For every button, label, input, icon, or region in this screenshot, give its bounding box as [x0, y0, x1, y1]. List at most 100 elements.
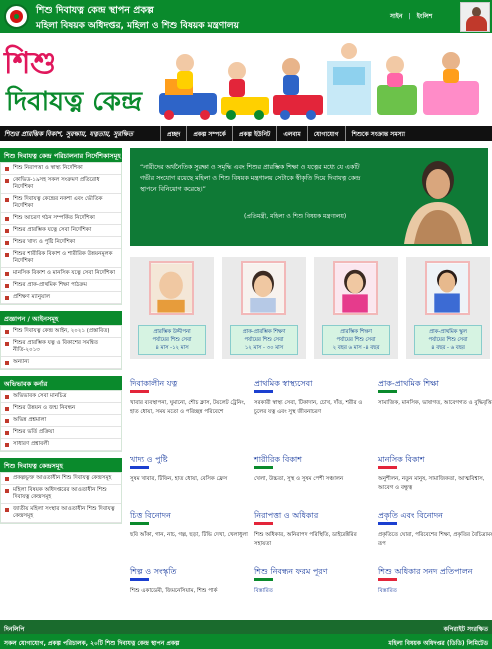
details-link[interactable]: বিস্তারিত	[254, 587, 372, 596]
service-safety[interactable]: নিরাপত্তা ও অধিকার শিশু অধিকার, অনিরাপদ …	[254, 510, 372, 547]
sidebar-section-guidelines-title: শিশু দিবাযত্ন কেন্দ্র পরিচালনার নির্দেশি…	[0, 148, 122, 162]
accent-bar	[130, 466, 149, 469]
link-separator: |	[408, 13, 411, 20]
nav-tagline: শিশুর প্রারম্ভিক বিকাশ, সুরক্ষায়, যত্নত…	[4, 130, 134, 138]
sidebar-item[interactable]: শিশু নিরাপত্তা ও স্বাস্থ্য নির্দেশিকা	[1, 163, 121, 175]
service-nutrition[interactable]: খাদ্য ও পুষ্টি সুষম খাবার, টিফিন, হাত ধো…	[130, 454, 248, 482]
child-photo	[149, 261, 194, 315]
footer-contact: সকল যোগাযোগ, প্রকল্প পরিচালক, ২০টি শিশু …	[4, 640, 180, 647]
sidebar-item[interactable]: শিশুর প্রারম্ভিক যত্ন ও বিকাশের সমন্বিত …	[1, 338, 121, 357]
nav-item-album[interactable]: এলবাম	[276, 126, 306, 141]
details-link[interactable]: বিস্তারিত	[378, 587, 492, 596]
sidebar-item[interactable]: অন্যান্য	[1, 357, 121, 369]
quote-text: “নারীদের অর্থনৈতিক সুরক্ষা ও সমৃদ্ধি এবং…	[140, 164, 361, 193]
service-registration[interactable]: শিশু নিবন্ধন ফরম পূরণ বিস্তারিত	[254, 566, 372, 594]
nav-item-problems[interactable]: শিশুকে সংক্রান্ত সমস্যা	[344, 126, 411, 141]
service-day-care[interactable]: দিবাকালীন যত্ন খাবার ব্যবস্থাপনা, ঘুমানো…	[130, 378, 248, 415]
english-link[interactable]: ইংলিশ	[417, 13, 432, 20]
ministry-title: মহিলা বিষয়ক অধিদপ্তর, মহিলা ও শিশু বিষয…	[36, 21, 239, 31]
age-card-caption: প্রারম্ভিক শিক্ষণ পর্যায়ের শিশু সেবা ২ বছ…	[322, 325, 390, 355]
sidebar-item[interactable]: সাধারণ প্রশ্নাবলী	[1, 439, 121, 451]
sidebar-item[interactable]: শিশু দিবাযত্ন কেন্দ্রের নকশা এবং ভৌতিক ন…	[1, 194, 121, 213]
nav-item-contact[interactable]: যোগাযোগ	[306, 126, 345, 141]
sidebar-parents-list: অভিভাবক সেবা মানচিত্র শিশুর উন্নয়ন ও জন…	[0, 390, 122, 452]
minister-photo	[390, 150, 486, 244]
sidebar-section-laws-title: প্রজ্ঞাপন / আইনসমূহ	[0, 311, 122, 325]
age-card-infant[interactable]: প্রারম্ভিক উদ্দীপনা পর্যায়ের শিশু সেবা ৪ …	[130, 257, 214, 359]
service-recreation[interactable]: চিত্ত বিনোদন ছবি আঁকা, গান, নাচ, গল্প, ছ…	[130, 510, 248, 538]
age-card-caption: প্রাক-প্রারম্ভিক শিক্ষণ পর্যায়ের শিশু সে…	[230, 325, 298, 355]
minister-quote-panel: “নারীদের অর্থনৈতিক সুরক্ষা ও সমৃদ্ধি এবং…	[130, 148, 488, 246]
service-health[interactable]: প্রাথমিক স্বাস্থ্যসেবা সরকারী স্বাস্থ্য …	[254, 378, 372, 415]
sidebar-section-parents-title: অভিভাবক কর্নার	[0, 376, 122, 390]
government-logo-icon[interactable]	[4, 4, 29, 29]
site-header: শিশু দিবাযত্ন কেন্দ্র স্থাপন প্রকল্প মহি…	[0, 0, 492, 33]
service-desc: শিশু অধিকার, অনিরাপদ পরিস্থিতি, ডাইরেক্ট…	[254, 532, 357, 547]
sidebar-item[interactable]: প্রকল্পভুক্ত আওতাধীন শিশু দিবাযত্ন কেন্দ…	[1, 473, 121, 485]
hero-banner: শিশু দিবাযত্ন কেন্দ্র	[0, 33, 492, 123]
service-preschool[interactable]: প্রাক-প্রাথমিক শিক্ষা সামাজিক, মানসিক, ভ…	[378, 378, 492, 406]
age-card-caption: প্রাক-প্রাথমিক স্কুল পর্যায়ের শিশু সেবা ৪…	[414, 325, 482, 355]
nav-item-about[interactable]: প্রকল্প সম্পর্কে	[186, 126, 232, 141]
official-portrait	[460, 2, 490, 32]
accent-bar	[254, 466, 273, 469]
sidebar-item[interactable]: কোভিড-১৯সহ সকল সংক্রমণ প্রতিরোধ নির্দেশি…	[1, 175, 121, 194]
sidebar-item[interactable]: শিশুর ভর্তি প্রক্রিয়া	[1, 427, 121, 439]
sidebar-item[interactable]: শিশু আচরণ গঠন সম্পর্কিত নির্দেশিকা	[1, 213, 121, 225]
accent-bar	[254, 390, 273, 393]
sidebar-item[interactable]: শিশুর প্রারম্ভিক যত্নে সেবা নির্দেশিকা	[1, 225, 121, 237]
brand-title-line2: দিবাযত্ন কেন্দ্র	[6, 87, 142, 117]
age-card-preschooler[interactable]: প্রারম্ভিক শিক্ষণ পর্যায়ের শিশু সেবা ২ বছ…	[314, 257, 398, 359]
nav-item-home[interactable]: প্রচ্ছদ	[160, 126, 186, 141]
age-card-school[interactable]: প্রাক-প্রাথমিক স্কুল পর্যায়ের শিশু সেবা ৪…	[406, 257, 490, 359]
footer-credit: মহিলা বিষয়ক অধিদপ্তর (ডিডি) লিমিটেড	[388, 640, 488, 647]
sidebar-laws-list: শিশু দিবাযত্ন কেন্দ্র আইন, ২০২১ (প্রস্তা…	[0, 325, 122, 370]
child-photo	[425, 261, 470, 315]
footer-bottom: সকল যোগাযোগ, প্রকল্প পরিচালক, ২০টি শিশু …	[0, 634, 492, 649]
sidebar-item[interactable]: অভিন্ন প্রশ্নমালা	[1, 415, 121, 427]
sidebar-item[interactable]: জাতীয় মহিলা সংস্থার আওতাধীন শিশু দিবাযত…	[1, 504, 121, 523]
age-card-toddler[interactable]: প্রাক-প্রারম্ভিক শিক্ষণ পর্যায়ের শিশু সে…	[222, 257, 306, 359]
sidebar-item[interactable]: শিশু দিবাযত্ন কেন্দ্র আইন, ২০২১ (প্রস্তা…	[1, 326, 121, 338]
accent-bar	[378, 522, 397, 525]
sidebar-item[interactable]: অভিভাবক সেবা মানচিত্র	[1, 391, 121, 403]
sidebar-item[interactable]: মহিলা বিষয়ক অধিদপ্তরের আওতাধীন শিশু দিব…	[1, 485, 121, 504]
footer-top: দিনলিপি কপিরাইট সংরক্ষিত	[0, 620, 492, 634]
service-desc: প্রকৃতিতে ঘোরা, পরিবেশের শিক্ষা, প্রকৃতি…	[378, 532, 492, 547]
accent-bar	[378, 390, 397, 393]
sidebar: শিশু দিবাযত্ন কেন্দ্র পরিচালনার নির্দেশি…	[0, 148, 122, 524]
accent-bar	[130, 578, 149, 581]
accent-bar	[378, 578, 397, 581]
sidebar-item[interactable]: শিশুর প্রাক-প্রাথমিক শিক্ষা পাঠক্রম	[1, 280, 121, 292]
sidebar-item[interactable]: মানসিক বিকাশ ও মানসিক যত্নে সেবা নির্দেশ…	[1, 268, 121, 280]
children-playing-illustration	[155, 41, 485, 121]
service-desc: শিশু একাডেমী, জিমনেসিয়াম, শিশু পার্ক	[130, 588, 218, 594]
service-nature[interactable]: প্রকৃতি এবং বিনোদন প্রকৃতিতে ঘোরা, পরিবে…	[378, 510, 492, 547]
service-desc: খাবার ব্যবস্থাপনা, ঘুমানো, শৌচ ক্লাস, টয…	[130, 400, 246, 415]
age-card-caption: প্রারম্ভিক উদ্দীপনা পর্যায়ের শিশু সেবা ৪ …	[138, 325, 206, 355]
home-link[interactable]: সাইন	[390, 13, 402, 20]
accent-bar	[378, 466, 397, 469]
service-desc: অনুশীলন, নতুন মানুষ, সামাজিকতা, আত্মবিশ্…	[378, 476, 485, 491]
accent-bar	[254, 522, 273, 525]
main-navigation: শিশুর প্রারম্ভিক বিকাশ, সুরক্ষায়, যত্নত…	[0, 126, 492, 141]
service-desc: সামাজিক, মানসিক, ভাষাগত, আবেগগত ও বুদ্ধি…	[378, 400, 492, 406]
service-desc: সরকারী স্বাস্থ্য সেবা, টিকাদান, চোখ, দাঁ…	[254, 400, 363, 415]
child-photo	[241, 261, 286, 315]
sidebar-item[interactable]: শিশুর উন্নয়ন ও জন্ম নিবন্ধন	[1, 403, 121, 415]
service-desc: ছবি আঁকা, গান, নাচ, গল্প, ছড়া, টিভি দেখ…	[130, 532, 248, 538]
service-rights-charter[interactable]: শিশু অধিকার সনদ প্রতিপালন বিস্তারিত	[378, 566, 492, 594]
accent-bar	[130, 522, 149, 525]
quote-citation: (প্রতিমন্ত্রী, মহিলা ও শিশু বিষয়ক মন্ত্…	[244, 213, 347, 220]
age-group-cards: প্রারম্ভিক উদ্দীপনা পর্যায়ের শিশু সেবা ৪ …	[130, 257, 490, 359]
language-links: সাইন | ইংলিশ	[390, 11, 436, 22]
sidebar-item[interactable]: শিশুর খাদ্য ও পুষ্টি নির্দেশিকা	[1, 237, 121, 249]
service-physical[interactable]: শারীরিক বিকাশ খেলা, উচ্চতা, সুস্থ ও সুষম…	[254, 454, 372, 482]
sidebar-item[interactable]: শিশুর শারীরিক বিকাশ ও শারীরিক উন্নয়নমূল…	[1, 249, 121, 268]
project-title: শিশু দিবাযত্ন কেন্দ্র স্থাপন প্রকল্প	[36, 5, 154, 16]
sidebar-section-centers-title: শিশু দিবাযত্ন কেন্দ্রসমূহ	[0, 458, 122, 472]
sidebar-item[interactable]: প্রশিক্ষণ ম্যানুয়াল	[1, 292, 121, 304]
nav-item-unit[interactable]: প্রকল্প ইউনিট	[231, 126, 276, 141]
service-mental[interactable]: মানসিক বিকাশ অনুশীলন, নতুন মানুষ, সামাজি…	[378, 454, 492, 491]
service-arts[interactable]: শিল্প ও সংস্কৃতি শিশু একাডেমী, জিমনেসিয়…	[130, 566, 248, 594]
